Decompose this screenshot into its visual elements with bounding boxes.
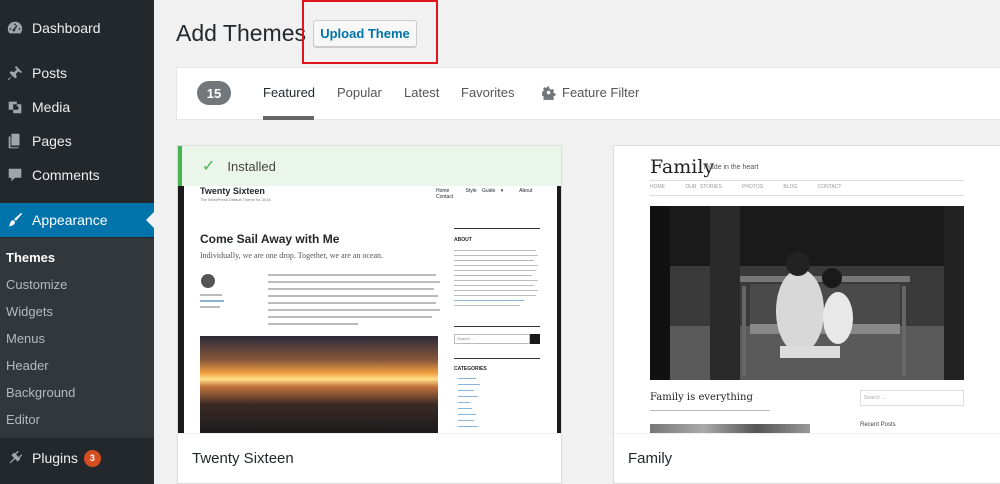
menu-label-pages: Pages <box>32 133 72 149</box>
preview-post-title: Come Sail Away with Me <box>200 232 340 246</box>
submenu-menus[interactable]: Menus <box>6 329 45 349</box>
menu-label-media: Media <box>32 99 71 115</box>
theme-name-bar: Twenty Sixteen <box>178 433 561 483</box>
preview-nav: Home Style Guide ▾ About Contact <box>436 188 557 200</box>
theme-name-bar: Family <box>614 433 1000 483</box>
page-title: Add Themes <box>176 20 306 46</box>
menu-label-plugins: Plugins <box>32 450 78 466</box>
preview-search-field: Search ... <box>454 334 530 344</box>
family-preview-search: Search ... <box>860 390 964 406</box>
preview-nav-contact: Contact <box>436 194 454 200</box>
menu-item-comments[interactable]: Comments <box>0 158 154 192</box>
family-nav-photos: PHOTOS <box>742 184 764 190</box>
submenu-editor[interactable]: Editor <box>6 410 40 430</box>
tab-featured[interactable]: Featured <box>263 83 315 103</box>
plugin-icon <box>5 448 25 468</box>
menu-label-posts: Posts <box>32 65 68 81</box>
menu-item-posts[interactable]: Posts <box>0 56 154 90</box>
submenu-background[interactable]: Background <box>6 383 75 403</box>
family-nav-home: HOME <box>650 184 665 190</box>
check-icon: ✓ <box>202 158 216 175</box>
preview-nav-about: About <box>519 188 533 194</box>
feature-filter-label: Feature Filter <box>562 85 640 100</box>
menu-label-appearance: Appearance <box>32 212 108 228</box>
preview-page: Twenty Sixteen The WordPress Default The… <box>184 186 557 434</box>
dashboard-icon <box>5 18 25 38</box>
preview-tagline: The WordPress Default Theme for 2016 <box>200 197 271 202</box>
theme-screenshot-family[interactable]: Family made in the heart HOME OUR STORIE… <box>614 146 1000 434</box>
gear-icon <box>542 86 556 100</box>
installed-label: Installed <box>227 158 276 174</box>
menu-item-pages[interactable]: Pages <box>0 124 154 158</box>
feature-filter-button[interactable]: Feature Filter <box>542 83 639 103</box>
menu-label-comments: Comments <box>32 167 100 183</box>
theme-filter-bar: 15 Featured Popular Latest Favorites Fea… <box>176 67 1000 120</box>
admin-sidebar: Dashboard Posts Media Pages Comments App… <box>0 0 154 484</box>
theme-screenshot-twenty-sixteen[interactable]: Twenty Sixteen The WordPress Default The… <box>178 186 561 434</box>
update-count-badge: 3 <box>83 449 101 467</box>
family-preview-tagline: made in the heart <box>704 164 759 171</box>
preview-sunset-image <box>200 336 438 434</box>
tab-favorites[interactable]: Favorites <box>461 83 514 103</box>
preview-site-title: Twenty Sixteen <box>200 186 265 196</box>
preview-search-button <box>530 334 540 344</box>
menu-item-appearance[interactable]: Appearance <box>0 203 154 237</box>
appearance-submenu: Themes Customize Widgets Menus Header Ba… <box>0 238 154 438</box>
menu-item-media[interactable]: Media <box>0 90 154 124</box>
family-preview-post-title: Family is everything <box>650 392 753 403</box>
media-icon <box>5 97 25 117</box>
preview-post-excerpt: Individually, we are one drop. Together,… <box>200 251 384 260</box>
menu-label-dashboard: Dashboard <box>32 20 101 36</box>
menu-item-plugins[interactable]: Plugins 3 <box>0 441 154 475</box>
active-tab-indicator <box>263 116 314 120</box>
pin-icon <box>5 63 25 83</box>
family-preview-recent-posts: Recent Posts <box>860 422 896 428</box>
theme-name-twenty-sixteen: Twenty Sixteen <box>192 450 294 467</box>
family-nav-stories: OUR STORIES <box>685 184 722 190</box>
highlight-annotation-box <box>302 0 438 64</box>
preview-author-avatar <box>201 274 215 288</box>
preview-nav-style: Style Guide ▾ <box>465 188 504 194</box>
tab-latest[interactable]: Latest <box>404 83 439 103</box>
current-menu-arrow <box>146 212 154 228</box>
brush-icon <box>5 210 25 230</box>
installed-notice: ✓ Installed <box>178 146 561 186</box>
family-nav-blog: BLOG <box>783 184 798 190</box>
submenu-customize[interactable]: Customize <box>6 275 67 295</box>
comment-icon <box>5 165 25 185</box>
theme-card-family[interactable]: Family made in the heart HOME OUR STORIE… <box>613 145 1000 484</box>
family-preview-nav: HOME OUR STORIES PHOTOS BLOG CONTACT <box>650 184 841 190</box>
family-preview-photo <box>650 206 964 380</box>
submenu-widgets[interactable]: Widgets <box>6 302 53 322</box>
tab-popular[interactable]: Popular <box>337 83 382 103</box>
theme-name-family: Family <box>628 450 673 467</box>
theme-count-badge: 15 <box>197 81 231 105</box>
submenu-header[interactable]: Header <box>6 356 49 376</box>
submenu-themes[interactable]: Themes <box>6 248 55 268</box>
theme-card-twenty-sixteen[interactable]: ✓ Installed Twenty Sixteen The WordPress… <box>177 145 562 484</box>
pages-icon <box>5 131 25 151</box>
preview-sidebar-categories: CATEGORIES <box>454 366 487 372</box>
menu-item-dashboard[interactable]: Dashboard <box>0 11 154 45</box>
preview-sidebar-about: ABOUT <box>454 237 472 243</box>
family-nav-contact: CONTACT <box>817 184 842 190</box>
